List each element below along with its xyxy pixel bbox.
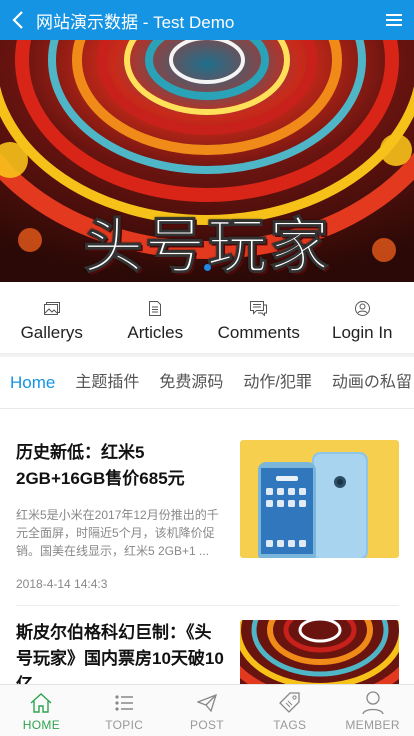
article-excerpt: 红米5是小米在2017年12月份推出的千元全面屏，时隔近5个月，该机降价促销。国… — [16, 508, 219, 558]
phone-image — [240, 440, 399, 558]
article-divider — [16, 605, 399, 606]
quicknav-label: Comments — [217, 322, 300, 342]
bottom-nav-label: MEMBER — [345, 718, 400, 732]
quicknav-gallerys[interactable]: Gallerys — [0, 282, 104, 353]
menu-button[interactable] — [374, 0, 414, 40]
quicknav-articles[interactable]: Articles — [104, 282, 208, 353]
gallery-icon — [43, 301, 60, 315]
bottom-nav-post[interactable]: POST — [166, 685, 249, 736]
bottom-nav-label: HOME — [22, 718, 60, 732]
bottom-nav-label: TAGS — [273, 718, 307, 732]
article-item[interactable]: 斯皮尔伯格科幻巨制：《头号玩家》国内票房10天破10亿 — [16, 620, 399, 684]
article-item[interactable]: 历史新低：红米5 2GB+16GB售价685元 红米5是小米在2017年12月份… — [16, 440, 399, 591]
quicknav-label: Login In — [332, 322, 393, 342]
list-icon — [115, 695, 134, 711]
bottom-nav-topic[interactable]: TOPIC — [83, 685, 166, 736]
category-tabs: Home 主题插件 免费源码 动作/犯罪 动画の私留 — [0, 357, 414, 409]
comments-icon — [250, 301, 268, 316]
poster-image — [240, 620, 399, 684]
top-bar: 网站演示数据 - Test Demo — [0, 0, 414, 40]
back-button[interactable] — [0, 0, 36, 40]
tab-free-source[interactable]: 免费源码 — [149, 357, 233, 408]
tab-theme-plugins[interactable]: 主题插件 — [65, 357, 149, 408]
article-title[interactable]: 斯皮尔伯格科幻巨制：《头号玩家》国内票房10天破10亿 — [16, 620, 224, 684]
user-icon — [354, 301, 370, 316]
tag-icon — [278, 692, 300, 713]
document-icon — [149, 301, 162, 316]
bottom-nav-tags[interactable]: TAGS — [248, 685, 331, 736]
send-icon — [196, 694, 217, 712]
article-thumbnail[interactable] — [240, 620, 399, 684]
tab-animation[interactable]: 动画の私留 — [322, 357, 414, 408]
page-title: 网站演示数据 - Test Demo — [36, 12, 235, 32]
quicknav-label: Articles — [127, 322, 184, 342]
bottom-nav-home[interactable]: HOME — [0, 685, 83, 736]
banner-carousel[interactable]: 头号玩家 — [0, 40, 414, 282]
bottom-nav-label: TOPIC — [105, 718, 144, 732]
quicknav-login[interactable]: Login In — [311, 282, 414, 353]
quicknav-comments[interactable]: Comments — [207, 282, 311, 353]
carousel-dots — [0, 264, 414, 271]
article-title[interactable]: 历史新低：红米5 2GB+16GB售价685元 — [16, 440, 224, 492]
tab-action-crime[interactable]: 动作/犯罪 — [233, 357, 321, 408]
bottom-nav-label: POST — [190, 718, 224, 732]
home-icon — [30, 693, 52, 713]
quicknav-label: Gallerys — [20, 322, 83, 342]
quick-nav: Gallerys Articles Comments Login In — [0, 282, 414, 354]
member-icon — [361, 691, 384, 715]
tab-home[interactable]: Home — [0, 357, 66, 408]
carousel-dot[interactable] — [219, 264, 226, 271]
article-thumbnail[interactable] — [240, 440, 399, 558]
carousel-dot[interactable] — [189, 264, 196, 271]
chevron-left-icon — [12, 11, 23, 29]
hamburger-icon — [386, 14, 402, 26]
carousel-dot-active[interactable] — [203, 264, 211, 271]
bottom-nav: HOME TOPIC POST TAGS MEMBER — [0, 684, 414, 736]
article-date: 2018-4-14 14:4:3 — [16, 577, 108, 591]
bottom-nav-member[interactable]: MEMBER — [331, 685, 414, 736]
